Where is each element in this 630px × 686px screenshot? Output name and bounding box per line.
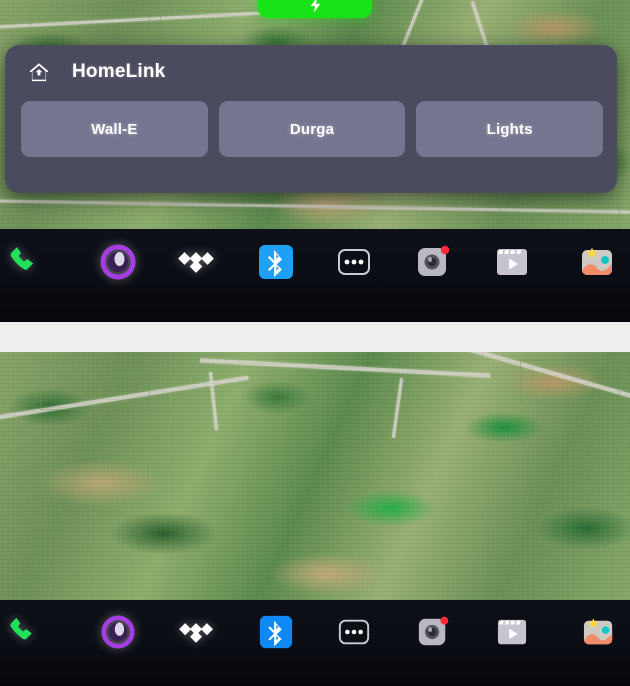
taskbar-item-phone[interactable] bbox=[0, 609, 79, 655]
map-background-after[interactable] bbox=[0, 352, 630, 604]
button-label: Lights bbox=[486, 120, 533, 138]
charging-indicator-badge bbox=[258, 0, 372, 18]
taskbar-item-more-options[interactable] bbox=[315, 239, 394, 285]
screenshot-after: HomeLink Cancel Auto-close in 20 ft Durg… bbox=[0, 352, 630, 686]
notification-badge bbox=[440, 616, 449, 625]
bluetooth-icon bbox=[258, 244, 293, 279]
map-road bbox=[391, 378, 404, 438]
screenshot-before: HomeLink Wall-E Durga Lights bbox=[0, 0, 630, 322]
homelink-header: HomeLink bbox=[5, 45, 617, 84]
taskbar-item-tidal[interactable] bbox=[158, 609, 237, 655]
map-parcel bbox=[520, 360, 620, 404]
more-options-icon bbox=[339, 619, 370, 645]
voice-assistant-icon bbox=[101, 615, 135, 649]
taskbar-item-dashcam[interactable] bbox=[394, 239, 473, 285]
taskbar-after bbox=[0, 600, 630, 686]
taskbar-item-video-player[interactable] bbox=[473, 609, 552, 655]
homelink-button-row: Wall-E Durga Lights bbox=[5, 84, 617, 157]
map-parcel bbox=[500, 195, 620, 231]
gallery-icon bbox=[581, 247, 612, 275]
tidal-icon bbox=[178, 251, 214, 273]
taskbar-item-gallery[interactable] bbox=[551, 609, 630, 655]
taskbar-item-bluetooth[interactable] bbox=[236, 239, 315, 285]
button-label: Wall-E bbox=[91, 120, 138, 138]
button-label: Durga bbox=[289, 120, 335, 138]
taskbar-before bbox=[0, 229, 630, 322]
bluetooth-icon bbox=[259, 615, 292, 649]
homelink-panel-before: HomeLink Wall-E Durga Lights bbox=[5, 45, 617, 193]
phone-icon bbox=[11, 246, 34, 270]
gallery-icon bbox=[583, 618, 612, 645]
taskbar-item-more-options[interactable] bbox=[315, 609, 394, 655]
more-options-icon bbox=[338, 248, 371, 275]
taskbar-item-tidal[interactable] bbox=[158, 239, 237, 285]
notification-badge bbox=[440, 245, 450, 254]
phone-icon bbox=[10, 617, 33, 640]
homelink-button-wall-e[interactable]: Wall-E bbox=[21, 101, 208, 157]
video-player-icon bbox=[496, 248, 527, 275]
tidal-icon bbox=[179, 622, 213, 643]
panel-title: HomeLink bbox=[72, 61, 166, 82]
screenshot-separator bbox=[0, 322, 630, 352]
voice-assistant-icon bbox=[100, 244, 136, 279]
taskbar-item-phone[interactable] bbox=[0, 239, 79, 285]
taskbar-item-video-player[interactable] bbox=[473, 239, 552, 285]
lightning-bolt-icon bbox=[310, 0, 320, 13]
dashcam-icon bbox=[418, 245, 450, 276]
map-parcel bbox=[40, 362, 150, 410]
homelink-house-icon bbox=[29, 63, 49, 82]
taskbar-item-bluetooth[interactable] bbox=[236, 609, 315, 655]
taskbar-item-dashcam[interactable] bbox=[394, 609, 473, 655]
homelink-button-lights[interactable]: Lights bbox=[416, 101, 604, 157]
video-player-icon bbox=[497, 619, 526, 645]
map-road bbox=[200, 358, 490, 378]
taskbar-item-voice-assistant[interactable] bbox=[79, 609, 158, 655]
homelink-button-durga[interactable]: Durga bbox=[218, 101, 406, 157]
dashcam-icon bbox=[418, 616, 449, 646]
taskbar-item-voice-assistant[interactable] bbox=[79, 239, 158, 285]
taskbar-item-gallery[interactable] bbox=[551, 239, 630, 285]
